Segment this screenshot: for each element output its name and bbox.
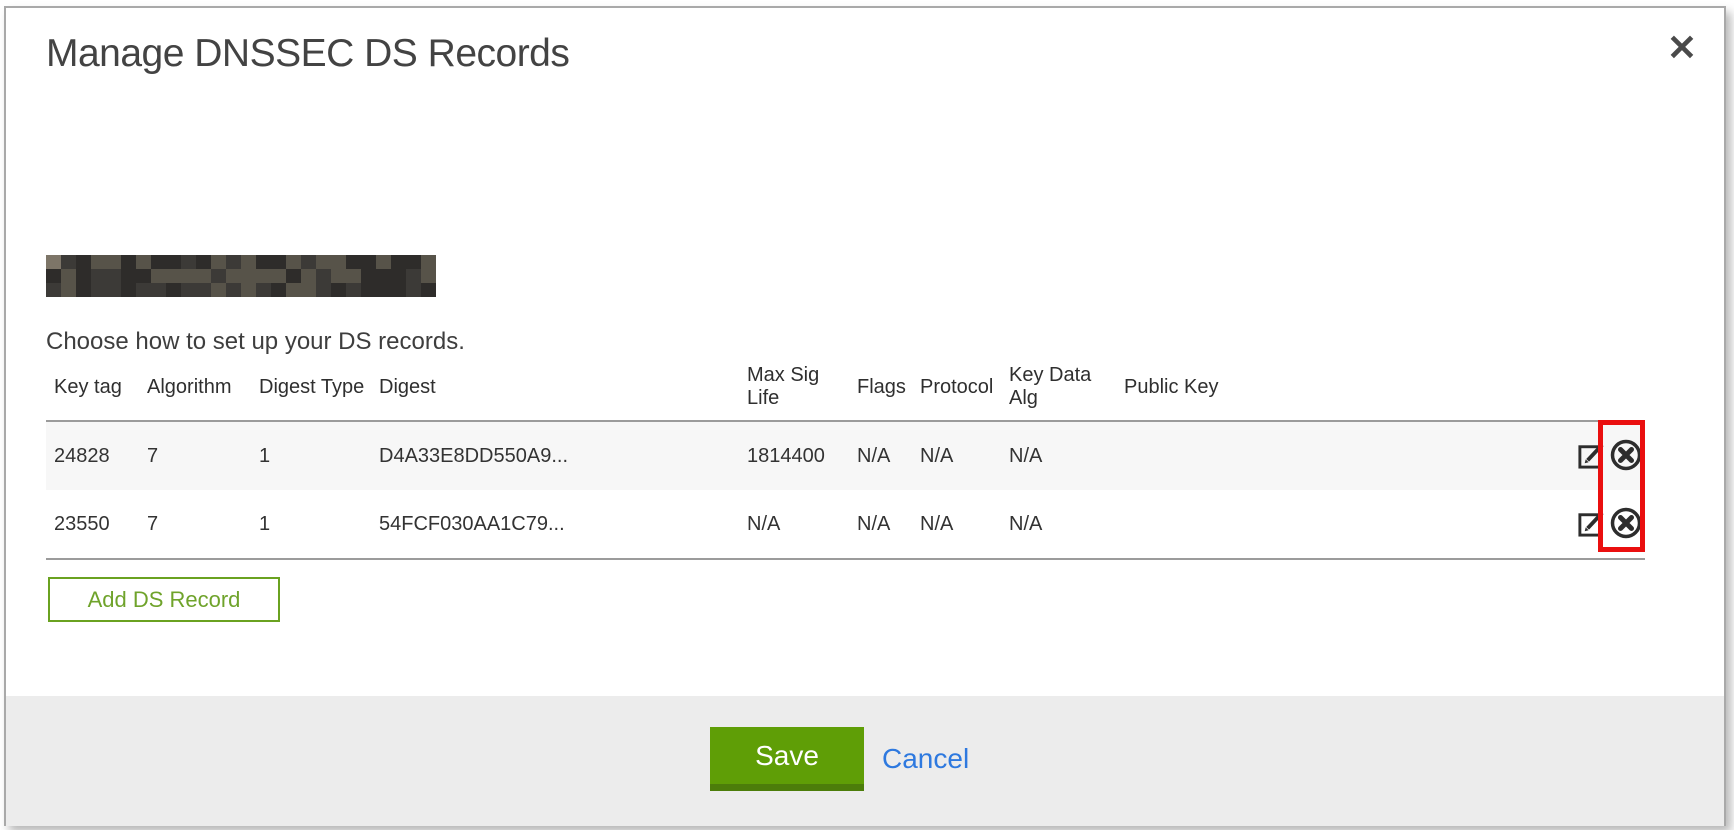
page-title: Manage DNSSEC DS Records	[46, 32, 569, 76]
cell-protocol: N/A	[912, 490, 1001, 559]
column-header-protocol: Protocol	[912, 364, 1001, 421]
cell-flags: N/A	[849, 490, 912, 559]
cell-public-key	[1116, 421, 1526, 490]
close-icon[interactable]: ✕	[1656, 22, 1708, 74]
cell-digest-type: 1	[251, 421, 371, 490]
edit-icon	[1576, 439, 1607, 473]
cancel-link[interactable]: Cancel	[882, 727, 969, 791]
edit-record-button[interactable]	[1574, 507, 1608, 541]
ds-records-table: Key tag Algorithm Digest Type Digest Max…	[46, 364, 1645, 560]
column-header-algorithm: Algorithm	[139, 364, 251, 421]
circle-x-icon	[1609, 506, 1643, 543]
column-header-digest-type: Digest Type	[251, 364, 371, 421]
modal-footer: Save Cancel	[6, 696, 1724, 826]
column-header-public-key: Public Key	[1116, 364, 1526, 421]
cell-key-tag: 24828	[46, 421, 139, 490]
cell-digest: 54FCF030AA1C79...	[371, 490, 739, 559]
cell-max-sig-life: 1814400	[739, 421, 849, 490]
edit-record-button[interactable]	[1574, 439, 1608, 473]
cell-public-key	[1116, 490, 1526, 559]
column-header-actions	[1526, 364, 1645, 421]
column-header-key-tag: Key tag	[46, 364, 139, 421]
column-header-flags: Flags	[849, 364, 912, 421]
cell-key-data-alg: N/A	[1001, 421, 1116, 490]
redacted-domain	[46, 255, 436, 297]
table-row: 24828 7 1 D4A33E8DD550A9... 1814400 N/A …	[46, 421, 1645, 490]
cell-digest: D4A33E8DD550A9...	[371, 421, 739, 490]
cell-max-sig-life: N/A	[739, 490, 849, 559]
cell-digest-type: 1	[251, 490, 371, 559]
cell-flags: N/A	[849, 421, 912, 490]
instruction-text: Choose how to set up your DS records.	[46, 328, 465, 356]
table-row: 23550 7 1 54FCF030AA1C79... N/A N/A N/A …	[46, 490, 1645, 559]
column-header-key-data-alg: Key Data Alg	[1001, 364, 1116, 421]
column-header-max-sig-life: Max Sig Life	[739, 364, 849, 421]
edit-icon	[1576, 507, 1607, 541]
cell-key-data-alg: N/A	[1001, 490, 1116, 559]
delete-record-button[interactable]	[1609, 507, 1643, 541]
table-header-row: Key tag Algorithm Digest Type Digest Max…	[46, 364, 1645, 421]
save-button[interactable]: Save	[710, 727, 864, 791]
cell-algorithm: 7	[139, 421, 251, 490]
circle-x-icon	[1609, 438, 1643, 475]
cell-algorithm: 7	[139, 490, 251, 559]
cell-key-tag: 23550	[46, 490, 139, 559]
delete-record-button[interactable]	[1609, 439, 1643, 473]
manage-dnssec-modal: Manage DNSSEC DS Records ✕ Choose how to…	[4, 6, 1726, 826]
cell-protocol: N/A	[912, 421, 1001, 490]
cell-actions	[1526, 421, 1645, 490]
cell-actions	[1526, 490, 1645, 559]
add-ds-record-button[interactable]: Add DS Record	[48, 577, 280, 622]
column-header-digest: Digest	[371, 364, 739, 421]
